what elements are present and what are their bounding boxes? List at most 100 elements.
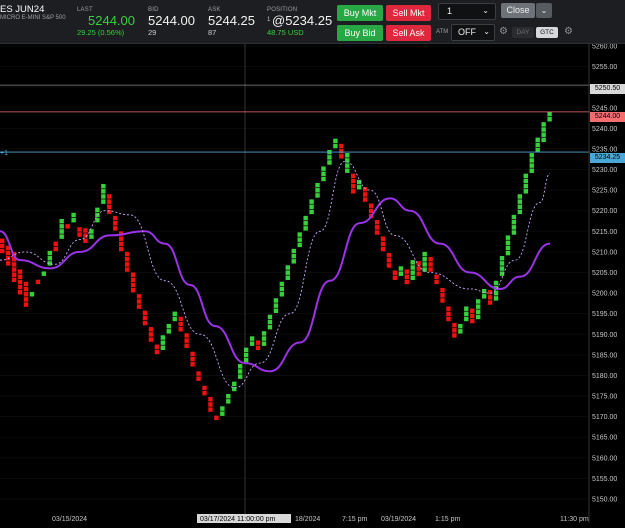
atm-strategy-selector[interactable]: OFF ⌄ (451, 24, 495, 41)
settings-gear-icon[interactable]: ⚙ (564, 26, 573, 37)
gear-icon[interactable]: ⚙ (499, 26, 508, 37)
atm-label: ATM (436, 29, 449, 35)
renko-brick-up (458, 323, 463, 329)
price-tick-label: 5185.00 (592, 352, 617, 359)
renko-brick-up (309, 204, 314, 209)
renko-brick-down (255, 345, 261, 351)
renko-brick-down (470, 318, 475, 324)
renko-brick-up (505, 240, 511, 246)
renko-brick-up (321, 171, 326, 177)
renko-brick-up (493, 296, 499, 301)
renko-brick-down (17, 274, 23, 279)
renko-brick-up (398, 271, 404, 276)
renko-brick-up (273, 298, 279, 303)
renko-brick-down (136, 299, 142, 304)
renko-brick-up (529, 163, 534, 168)
renko-brick-up (220, 411, 225, 416)
fast-moving-average-line (0, 160, 551, 389)
renko-brick-up (541, 122, 546, 127)
renko-brick-down (130, 282, 136, 288)
renko-brick-up (59, 218, 64, 224)
renko-brick-up (291, 253, 296, 259)
renko-brick-down (446, 316, 451, 322)
close-dropdown-chevron-icon[interactable]: ⌄ (536, 3, 552, 18)
renko-brick-up (511, 225, 517, 230)
renko-brick-up (315, 182, 320, 188)
price-tick-label: 5170.00 (592, 414, 617, 421)
renko-brick-up (464, 306, 469, 311)
renko-brick-down (0, 243, 5, 249)
renko-brick-up (261, 341, 267, 346)
renko-brick-up (279, 292, 285, 297)
renko-brick-up (226, 399, 231, 404)
renko-brick-down (53, 246, 58, 252)
renko-brick-up (493, 280, 499, 286)
quantity-value: 1 (447, 6, 453, 16)
renko-chart[interactable]: 5260.005255.005250.005245.005240.005235.… (0, 44, 625, 523)
renko-brick-down (374, 230, 380, 235)
instrument-symbol[interactable]: ES JUN24 (0, 4, 44, 15)
buy-market-button[interactable]: Buy Mkt (337, 5, 383, 21)
renko-brick-up (95, 207, 100, 213)
renko-brick-down (362, 187, 368, 192)
renko-brick-up (321, 166, 326, 171)
close-position-button[interactable]: Close (501, 3, 535, 18)
renko-brick-down (23, 292, 29, 297)
sell-market-button[interactable]: Sell Mkt (386, 5, 431, 21)
renko-brick-down (351, 173, 356, 179)
renko-brick-up (541, 132, 546, 137)
renko-brick-down (77, 227, 82, 232)
renko-brick-down (23, 281, 29, 287)
renko-brick-up (297, 242, 302, 248)
renko-brick-up (267, 314, 273, 320)
renko-brick-up (327, 160, 332, 165)
price-tick-label: 5150.00 (592, 496, 617, 503)
renko-brick-down (452, 322, 457, 328)
renko-brick-up (47, 250, 52, 256)
renko-brick-up (309, 199, 314, 204)
renko-brick-up (243, 347, 249, 353)
renko-brick-up (345, 168, 350, 173)
renko-brick-up (523, 173, 528, 179)
sell-ask-button[interactable]: Sell Ask (386, 25, 431, 41)
renko-brick-down (392, 270, 398, 275)
renko-brick-down (428, 267, 433, 272)
renko-brick-down (452, 328, 457, 333)
renko-bricks (0, 111, 552, 421)
renko-brick-down (107, 209, 112, 215)
renko-brick-up (476, 299, 481, 304)
renko-brick-down (487, 289, 493, 295)
renko-brick-up (333, 138, 338, 144)
renko-brick-down (416, 271, 421, 276)
tif-day-button[interactable]: DAY (512, 27, 534, 38)
quantity-selector[interactable]: 1 ⌄ (438, 3, 496, 20)
renko-brick-up (327, 155, 332, 160)
renko-brick-down (202, 385, 207, 391)
renko-brick-down (53, 241, 58, 247)
renko-brick-up (410, 270, 415, 275)
time-axis[interactable]: 03/15/2024 18/2024 7:15 pm 03/19/2024 1:15 p… (52, 514, 589, 523)
chart-canvas[interactable]: 5260.005255.005250.005245.005240.005235.… (0, 44, 625, 523)
renko-brick-up (547, 117, 552, 122)
renko-brick-up (458, 329, 463, 334)
slow-moving-average-line (0, 197, 551, 373)
renko-brick-down (148, 332, 154, 337)
renko-brick-down (124, 251, 130, 257)
renko-brick-down (446, 311, 451, 317)
renko-brick-up (238, 374, 243, 379)
price-tick-label: 5195.00 (592, 311, 617, 318)
price-tick-label: 5200.00 (592, 291, 617, 298)
renko-brick-up (333, 143, 338, 149)
buy-bid-button[interactable]: Buy Bid (337, 25, 383, 41)
renko-brick-down (404, 279, 409, 285)
renko-brick-down (83, 228, 88, 233)
renko-brick-down (196, 371, 201, 376)
tif-gtc-button[interactable]: GTC (536, 27, 558, 38)
price-tag-position: 5234.25 (590, 153, 625, 163)
last-change: 29.25 (0.56%) (77, 28, 125, 37)
renko-brick-down (23, 302, 29, 307)
renko-brick-down (190, 356, 195, 362)
renko-brick-down (470, 308, 475, 313)
time-tick-label: 7:15 pm (342, 516, 367, 523)
renko-brick-down (5, 261, 11, 266)
